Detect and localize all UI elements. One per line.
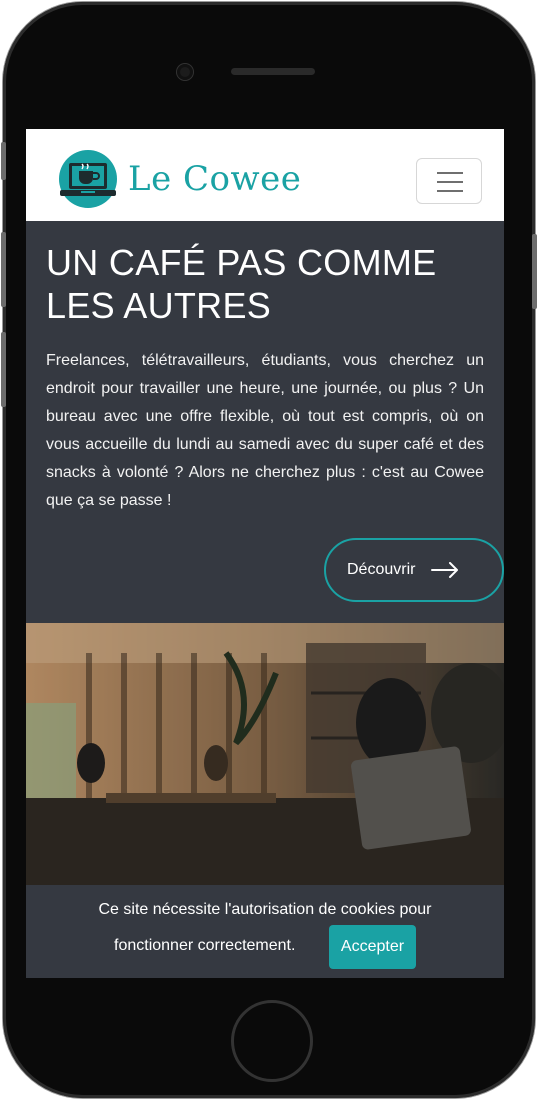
hero-title-line2: LES AUTRES xyxy=(46,285,272,326)
navbar: Le Cowee xyxy=(26,129,504,221)
earpiece-speaker xyxy=(231,68,315,75)
hero-title: UN CAFÉ PAS COMME LES AUTRES xyxy=(46,241,484,327)
cookie-banner: Ce site nécessite l'autorisation de cook… xyxy=(26,885,504,978)
coworking-photo xyxy=(26,623,504,885)
accept-cookies-button[interactable]: Accepter xyxy=(329,925,416,969)
power-button xyxy=(532,234,537,309)
phone-screen: Le Cowee UN CAFÉ PAS COMME LES AUTRES Fr… xyxy=(26,129,504,978)
volume-down-button xyxy=(1,332,6,407)
mute-switch xyxy=(1,142,6,180)
laptop-coffee-icon[interactable] xyxy=(57,149,119,211)
volume-up-button xyxy=(1,232,6,307)
cta-wrapper: Découvrir xyxy=(46,535,504,625)
hero-description: Freelances, télétravailleurs, étudiants,… xyxy=(46,352,484,509)
brand-name[interactable]: Le Cowee xyxy=(128,159,301,199)
discover-button-label: Découvrir xyxy=(347,561,416,578)
hero-section: UN CAFÉ PAS COMME LES AUTRES Freelances,… xyxy=(26,221,504,625)
hero-title-line1: UN CAFÉ PAS COMME xyxy=(46,242,437,283)
front-camera xyxy=(177,64,193,80)
home-button[interactable] xyxy=(231,1000,313,1082)
arrow-right-icon xyxy=(431,562,459,578)
cookie-message-line1: Ce site nécessite l'autorisation de cook… xyxy=(98,901,432,918)
hamburger-menu-icon[interactable] xyxy=(416,158,482,204)
cookie-message-line2: fonctionner correctement. xyxy=(114,937,296,954)
discover-button[interactable]: Découvrir xyxy=(324,538,504,602)
